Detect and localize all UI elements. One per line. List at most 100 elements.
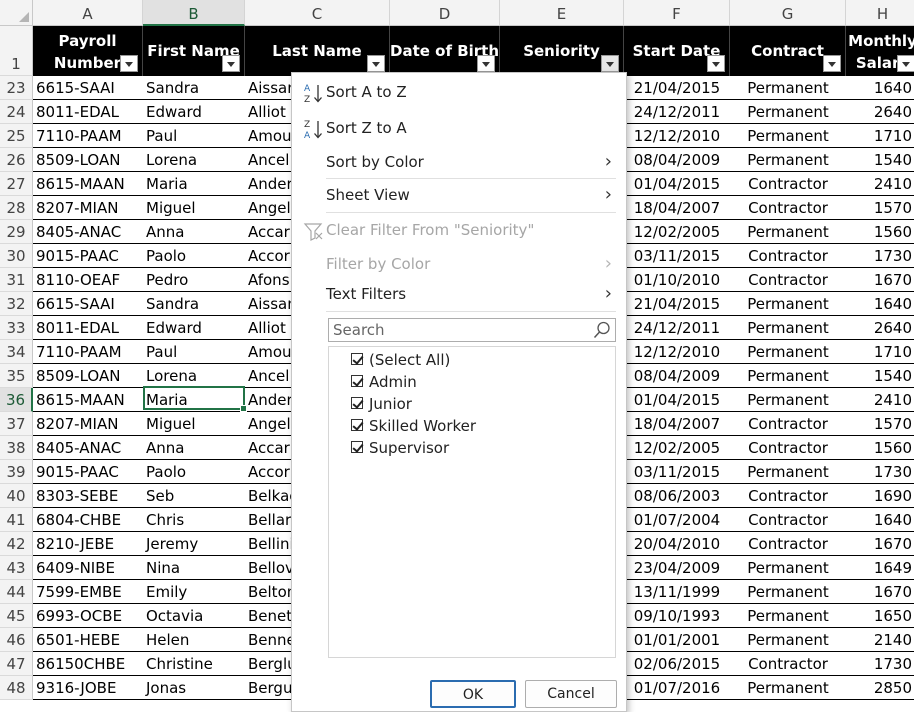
table-cell[interactable]: 12/02/2005 xyxy=(624,220,730,244)
table-cell[interactable]: 24/12/2011 xyxy=(624,100,730,124)
checkbox-checked-icon[interactable] xyxy=(351,375,363,387)
table-cell[interactable]: Octavia xyxy=(143,604,245,628)
table-cell[interactable]: 1710 xyxy=(846,124,914,148)
row-number[interactable]: 32 xyxy=(0,292,33,316)
column-header-e[interactable]: E xyxy=(500,0,624,26)
table-cell[interactable]: Permanent xyxy=(730,124,846,148)
table-cell[interactable]: 2410 xyxy=(846,172,914,196)
row-number[interactable]: 24 xyxy=(0,100,33,124)
table-cell[interactable]: Chris xyxy=(143,508,245,532)
table-cell[interactable]: 86150CHBE xyxy=(33,652,143,676)
row-number[interactable]: 46 xyxy=(0,628,33,652)
table-cell[interactable]: 8615-MAAN xyxy=(33,388,143,412)
table-cell[interactable]: Permanent xyxy=(730,100,846,124)
text-filters-item[interactable]: Text Filters › xyxy=(292,279,626,309)
table-cell[interactable]: 08/04/2009 xyxy=(624,364,730,388)
column-header-a[interactable]: A xyxy=(33,0,143,26)
table-cell[interactable]: 1640 xyxy=(846,76,914,100)
table-cell[interactable]: 1670 xyxy=(846,532,914,556)
table-cell[interactable]: Contractor xyxy=(730,412,846,436)
row-number[interactable]: 30 xyxy=(0,244,33,268)
table-cell[interactable]: Anna xyxy=(143,220,245,244)
filter-search-input[interactable]: Search xyxy=(328,318,616,342)
table-cell[interactable]: 6615-SAAI xyxy=(33,76,143,100)
table-cell[interactable]: 8405-ANAC xyxy=(33,436,143,460)
table-cell[interactable]: 1560 xyxy=(846,220,914,244)
row-number[interactable]: 42 xyxy=(0,532,33,556)
column-header-f[interactable]: F xyxy=(624,0,730,26)
table-cell[interactable]: 9316-JOBE xyxy=(33,676,143,700)
table-cell[interactable]: 21/04/2015 xyxy=(624,76,730,100)
select-all-corner[interactable] xyxy=(0,0,33,26)
row-number[interactable]: 44 xyxy=(0,580,33,604)
table-cell[interactable]: Sandra xyxy=(143,292,245,316)
table-cell[interactable]: Paul xyxy=(143,340,245,364)
row-number[interactable]: 37 xyxy=(0,412,33,436)
table-cell[interactable]: 6409-NIBE xyxy=(33,556,143,580)
table-cell[interactable]: Seb xyxy=(143,484,245,508)
column-header-c[interactable]: C xyxy=(245,0,390,26)
table-cell[interactable]: 1650 xyxy=(846,604,914,628)
column-header-g[interactable]: G xyxy=(730,0,846,26)
row-number[interactable]: 36 xyxy=(0,388,33,412)
filter-dropdown-button[interactable] xyxy=(823,55,841,72)
checkbox-checked-icon[interactable] xyxy=(351,353,363,365)
table-cell[interactable]: Contractor xyxy=(730,244,846,268)
table-cell[interactable]: Lorena xyxy=(143,148,245,172)
table-cell[interactable]: 01/10/2010 xyxy=(624,268,730,292)
filter-dropdown-button[interactable] xyxy=(601,55,619,72)
row-number[interactable]: 39 xyxy=(0,460,33,484)
table-cell[interactable]: Permanent xyxy=(730,628,846,652)
table-cell[interactable]: Paul xyxy=(143,124,245,148)
filter-dropdown-button[interactable] xyxy=(222,55,240,72)
table-cell[interactable]: 8207-MIAN xyxy=(33,196,143,220)
ok-button[interactable]: OK xyxy=(430,680,516,708)
clear-filter-item[interactable]: Clear Filter From "Seniority" xyxy=(292,215,626,245)
table-cell[interactable]: 1670 xyxy=(846,268,914,292)
row-number[interactable]: 28 xyxy=(0,196,33,220)
table-cell[interactable]: Nina xyxy=(143,556,245,580)
table-cell[interactable]: Contractor xyxy=(730,268,846,292)
table-cell[interactable]: Permanent xyxy=(730,340,846,364)
table-cell[interactable]: Emily xyxy=(143,580,245,604)
table-cell[interactable]: Permanent xyxy=(730,220,846,244)
checkbox-checked-icon[interactable] xyxy=(351,419,363,431)
table-cell[interactable]: 8303-SEBE xyxy=(33,484,143,508)
table-cell[interactable]: Permanent xyxy=(730,316,846,340)
row-number[interactable]: 48 xyxy=(0,676,33,700)
row-number[interactable]: 35 xyxy=(0,364,33,388)
table-cell[interactable]: 2640 xyxy=(846,100,914,124)
table-cell[interactable]: 2410 xyxy=(846,388,914,412)
table-cell[interactable]: Permanent xyxy=(730,388,846,412)
table-cell[interactable]: Permanent xyxy=(730,76,846,100)
table-cell[interactable]: 12/02/2005 xyxy=(624,436,730,460)
table-cell[interactable]: 2850 xyxy=(846,676,914,700)
table-cell[interactable]: 1730 xyxy=(846,652,914,676)
sort-by-color-item[interactable]: Sort by Color › xyxy=(292,147,626,177)
table-cell[interactable]: 6501-HEBE xyxy=(33,628,143,652)
table-cell[interactable]: 6804-CHBE xyxy=(33,508,143,532)
table-cell[interactable]: 2140 xyxy=(846,628,914,652)
table-cell[interactable]: 18/04/2007 xyxy=(624,196,730,220)
table-cell[interactable]: 12/12/2010 xyxy=(624,340,730,364)
row-number[interactable]: 25 xyxy=(0,124,33,148)
filter-dropdown-button[interactable] xyxy=(707,55,725,72)
sheet-view-item[interactable]: Sheet View › xyxy=(292,180,626,210)
table-cell[interactable]: 01/07/2016 xyxy=(624,676,730,700)
table-cell[interactable]: 8615-MAAN xyxy=(33,172,143,196)
table-cell[interactable]: 8210-JEBE xyxy=(33,532,143,556)
table-cell[interactable]: 1730 xyxy=(846,244,914,268)
row-number[interactable]: 26 xyxy=(0,148,33,172)
row-number[interactable]: 1 xyxy=(0,26,33,76)
table-cell[interactable]: Permanent xyxy=(730,364,846,388)
row-number[interactable]: 27 xyxy=(0,172,33,196)
row-number[interactable]: 40 xyxy=(0,484,33,508)
table-cell[interactable]: 01/04/2015 xyxy=(624,172,730,196)
table-cell[interactable]: Contractor xyxy=(730,172,846,196)
table-cell[interactable]: Permanent xyxy=(730,148,846,172)
filter-by-color-item[interactable]: Filter by Color › xyxy=(292,249,626,279)
table-cell[interactable]: Pedro xyxy=(143,268,245,292)
table-cell[interactable]: 8509-LOAN xyxy=(33,148,143,172)
table-cell[interactable]: 23/04/2009 xyxy=(624,556,730,580)
table-cell[interactable]: Lorena xyxy=(143,364,245,388)
